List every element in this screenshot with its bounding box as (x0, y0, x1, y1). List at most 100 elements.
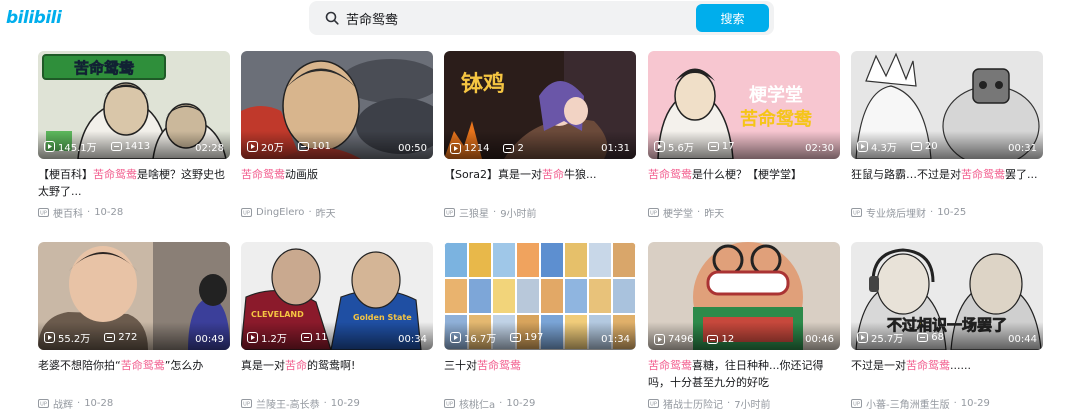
bilibili-logo[interactable]: bilibili (6, 8, 62, 28)
svg-text:UP: UP (853, 211, 860, 217)
video-card[interactable]: 55.2万 272 00:49 老婆不想陪你拍“苦命鸳鸯”怎么办 UP 战辉 ·… (38, 242, 230, 411)
video-title[interactable]: 苦命鸳鸯动画版 (241, 166, 433, 200)
video-title[interactable]: 【梗百科】苦命鸳鸯是啥梗？这野史也太野了... (38, 166, 230, 200)
video-duration: 00:31 (1008, 143, 1037, 154)
video-thumbnail[interactable]: 梗学堂 苦命鸳鸯 5.6万 17 02:30 (648, 51, 840, 159)
svg-text:UP: UP (40, 211, 47, 217)
video-stats: 145.1万 1413 (44, 139, 150, 154)
video-card[interactable]: 梗学堂 苦命鸳鸯 5.6万 17 02:30 苦命鸳鸯是什么梗？【梗学堂】 UP… (648, 51, 840, 220)
uploader-name[interactable]: 三狼星 (459, 205, 489, 220)
thumbnail-text: Golden State (353, 313, 412, 322)
video-duration: 02:28 (195, 143, 224, 154)
video-duration: 00:50 (398, 143, 427, 154)
play-count-icon (654, 334, 665, 345)
uploader-icon: UP (444, 208, 455, 217)
play-count-icon (450, 332, 461, 343)
video-thumbnail[interactable]: 20万 101 00:50 (241, 51, 433, 159)
video-thumbnail[interactable]: 4.3万 20 00:31 (851, 51, 1043, 159)
view-count: 1214 (464, 143, 490, 154)
uploader-icon: UP (38, 399, 49, 408)
thumbnail-text: 梗学堂 (749, 84, 803, 106)
uploader-icon: UP (851, 208, 862, 217)
video-stats: 4.3万 20 (857, 139, 938, 154)
comment-count: 17 (721, 141, 735, 152)
search-button[interactable]: 搜索 (696, 4, 769, 32)
video-thumbnail[interactable]: CLEVELAND Golden State 1.2万 11 00:34 (241, 242, 433, 350)
view-count: 5.6万 (668, 143, 694, 154)
uploader-name[interactable]: DingElero (256, 207, 304, 218)
view-count: 20万 (261, 143, 284, 154)
video-thumbnail[interactable]: 55.2万 272 00:49 (38, 242, 230, 350)
uploader-name[interactable]: 核桃仁a (459, 396, 495, 411)
comment-count: 20 (924, 141, 938, 152)
upload-date: 7小时前 (734, 400, 771, 411)
video-thumbnail[interactable]: 7496 12 00:46 (648, 242, 840, 350)
comment-count-icon (110, 141, 122, 151)
video-card[interactable]: 16.7万 197 01:34 三十对苦命鸳鸯 UP 核桃仁a · 10-29 (444, 242, 636, 411)
uploader-name[interactable]: 专业烧后埋财 (866, 205, 926, 220)
video-thumbnail[interactable]: 钵鸡 1214 2 01:31 (444, 51, 636, 159)
thumbnail-text: 苦命鸳鸯 (74, 59, 135, 77)
video-stats: 1.2万 11 (247, 330, 328, 345)
video-card[interactable]: 不过相识一场罢了 25.7万 68 00:44 不过是一对苦命鸳鸯...... … (851, 242, 1043, 411)
uploader-name[interactable]: 猪战士历险记 (663, 396, 723, 411)
upload-date: 10-28 (84, 398, 114, 409)
video-card[interactable]: CLEVELAND Golden State 1.2万 11 00:34 真是一… (241, 242, 433, 411)
video-thumbnail[interactable]: 苦命鸳鸯 145.1万 1413 02:28 (38, 51, 230, 159)
comment-count: 272 (118, 332, 138, 343)
video-duration: 01:31 (601, 143, 630, 154)
uploader-name[interactable]: 兰陵王-高长恭 (256, 396, 320, 411)
svg-text:UP: UP (650, 211, 657, 217)
video-stats: 20万 101 (247, 139, 331, 154)
comment-count-icon (910, 141, 922, 151)
comment-count: 101 (311, 141, 331, 152)
video-duration: 00:46 (805, 334, 834, 345)
view-count: 7496 (668, 334, 694, 345)
view-count: 4.3万 (871, 143, 897, 154)
video-card[interactable]: 4.3万 20 00:31 狂鼠与路霸…不过是对苦命鸳鸯罢了... UP 专业烧… (851, 51, 1043, 220)
search-bar: 搜索 (309, 1, 774, 35)
video-meta: UP 战辉 · 10-28 (38, 396, 230, 411)
uploader-name[interactable]: 战辉 (53, 396, 73, 411)
video-card[interactable]: 7496 12 00:46 苦命鸳鸯喜糖，往日种种...你还记得吗，十分甚至九分… (648, 242, 840, 411)
view-count: 145.1万 (58, 143, 97, 154)
uploader-name[interactable]: 梗学堂 (663, 205, 693, 220)
play-count-icon (654, 141, 665, 152)
video-title[interactable]: 【Sora2】真是一对苦命牛狼... (444, 166, 636, 200)
video-title[interactable]: 苦命鸳鸯是什么梗？【梗学堂】 (648, 166, 840, 200)
video-stats: 1214 2 (450, 143, 524, 154)
comment-count: 12 (721, 334, 735, 345)
video-title[interactable]: 真是一对苦命的鸳鸯啊! (241, 357, 433, 391)
comment-count: 11 (314, 332, 328, 343)
thumbnail-text: 苦命鸳鸯 (740, 108, 813, 130)
upload-date: 10-29 (330, 398, 360, 409)
video-meta: UP 梗学堂 · 昨天 (648, 205, 840, 220)
upload-date: 10-25 (937, 207, 967, 218)
video-title[interactable]: 狂鼠与路霸…不过是对苦命鸳鸯罢了... (851, 166, 1043, 200)
uploader-name[interactable]: 小蕃-三角洲重生版 (866, 396, 950, 411)
uploader-name[interactable]: 梗百科 (53, 205, 83, 220)
svg-text:UP: UP (243, 402, 250, 408)
svg-text:UP: UP (650, 402, 657, 408)
video-title[interactable]: 老婆不想陪你拍“苦命鸳鸯”怎么办 (38, 357, 230, 391)
play-count-icon (44, 332, 55, 343)
video-thumbnail[interactable]: 16.7万 197 01:34 (444, 242, 636, 350)
search-icon (325, 11, 339, 25)
video-stats: 55.2万 272 (44, 330, 137, 345)
svg-text:UP: UP (40, 402, 47, 408)
video-card[interactable]: 20万 101 00:50 苦命鸳鸯动画版 UP DingElero · 昨天 (241, 51, 433, 220)
svg-text:UP: UP (446, 402, 453, 408)
video-meta: UP DingElero · 昨天 (241, 205, 433, 220)
uploader-icon: UP (648, 399, 659, 408)
search-input[interactable] (346, 7, 686, 29)
uploader-icon: UP (241, 399, 252, 408)
video-thumbnail[interactable]: 不过相识一场罢了 25.7万 68 00:44 (851, 242, 1043, 350)
video-card[interactable]: 苦命鸳鸯 145.1万 1413 02:28 【梗百科】苦命鸳鸯是啥梗？这野史也… (38, 51, 230, 220)
thumbnail-text: 钵鸡 (461, 71, 505, 97)
upload-date: 10-29 (960, 398, 990, 409)
video-title[interactable]: 不过是一对苦命鸳鸯...... (851, 357, 1043, 391)
video-card[interactable]: 钵鸡 1214 2 01:31 【Sora2】真是一对苦命牛狼... UP 三狼… (444, 51, 636, 220)
video-title[interactable]: 苦命鸳鸯喜糖，往日种种...你还记得吗，十分甚至九分的好吃 (648, 357, 840, 391)
video-title[interactable]: 三十对苦命鸳鸯 (444, 357, 636, 391)
comment-count-icon (707, 334, 719, 344)
